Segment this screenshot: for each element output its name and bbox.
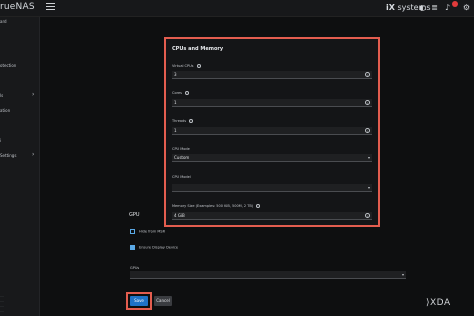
cpu-model-select[interactable]: ▾ [172, 184, 372, 192]
gpus-label: GPUs [130, 266, 140, 270]
cores-input[interactable]: 1i [172, 99, 372, 107]
gpus-select[interactable]: ▾ [130, 271, 406, 279]
field-label: Memory Size (Examples: 500 KiB, 500M, 2 … [172, 204, 261, 208]
field-label: CPU Model [172, 175, 191, 179]
ensure-display-checkbox[interactable] [130, 245, 135, 250]
app-brand: rueNAS [0, 2, 35, 12]
info-icon: i [365, 128, 370, 133]
sidebar-footer-line: .... [0, 309, 4, 313]
threads-input[interactable]: 1i [172, 127, 372, 135]
sidebar-item-virtualization[interactable]: ation [0, 108, 10, 113]
info-icon: i [365, 100, 370, 105]
field-label: CPU Mode [172, 147, 190, 151]
virtual-cpus-input[interactable]: 3i [172, 71, 372, 79]
field-label: Threads [172, 119, 194, 123]
checkbox-label: Ensure Display Device [139, 245, 179, 250]
dropdown-caret-icon: ▾ [367, 155, 370, 160]
sidebar-item-dashboard[interactable]: ard [0, 19, 7, 24]
notification-badge [452, 1, 458, 7]
jobs-icon[interactable]: ≣ [430, 3, 439, 12]
save-highlight: Save [126, 292, 152, 310]
sidebar-item-apps[interactable]: i [0, 138, 1, 143]
cancel-button[interactable]: Cancel [154, 296, 172, 306]
cpus-memory-panel: CPUs and Memory Virtual CPUs 3i Cores 1i… [164, 37, 380, 227]
save-button[interactable]: Save [130, 296, 148, 306]
field-label: Virtual CPUs [172, 64, 201, 68]
sidebar-footer-line: .... [0, 299, 4, 303]
settings-icon[interactable]: ⚙ [462, 3, 471, 12]
ensure-display-row[interactable]: Ensure Display Device [130, 245, 178, 250]
sidebar: ard otection ls › ation i Settings › ...… [0, 17, 40, 316]
help-icon[interactable] [256, 204, 261, 208]
panel-title: CPUs and Memory [172, 46, 224, 52]
field-label: Cores [172, 91, 189, 95]
checkbox-label: Hide from MSR [139, 229, 166, 234]
notifications-icon[interactable]: ♪ [443, 3, 452, 12]
dropdown-caret-icon: ▾ [401, 272, 404, 277]
hide-from-msr-row[interactable]: Hide from MSR [130, 229, 165, 234]
chevron-right-icon: › [32, 91, 35, 98]
sidebar-item-credentials[interactable]: ls [0, 93, 3, 98]
sidebar-footer-line: .... [0, 304, 4, 308]
memory-size-input[interactable]: 4 GiB i [172, 212, 372, 220]
truecommand-icon[interactable]: ◐ [418, 3, 427, 12]
cpu-mode-select[interactable]: Custom ▾ [172, 154, 372, 162]
dropdown-caret-icon: ▾ [367, 185, 370, 190]
info-icon: i [365, 213, 370, 218]
chevron-right-icon: › [32, 151, 35, 158]
sidebar-item-system-settings[interactable]: Settings [0, 153, 16, 158]
info-icon: i [365, 72, 370, 77]
sidebar-item-data-protection[interactable]: otection [0, 63, 16, 68]
gpu-section-title: GPU [129, 212, 140, 218]
sidebar-footer-line: .... [0, 294, 4, 298]
help-icon[interactable] [189, 119, 194, 123]
help-icon[interactable] [196, 64, 201, 68]
help-icon[interactable] [184, 91, 189, 95]
hide-from-msr-checkbox[interactable] [130, 229, 135, 234]
top-bar: rueNAS iX systems ◐ ≣ ♪ ⚙ [0, 0, 474, 17]
menu-icon[interactable] [46, 3, 55, 12]
watermark: ⟩XDA [426, 298, 451, 308]
